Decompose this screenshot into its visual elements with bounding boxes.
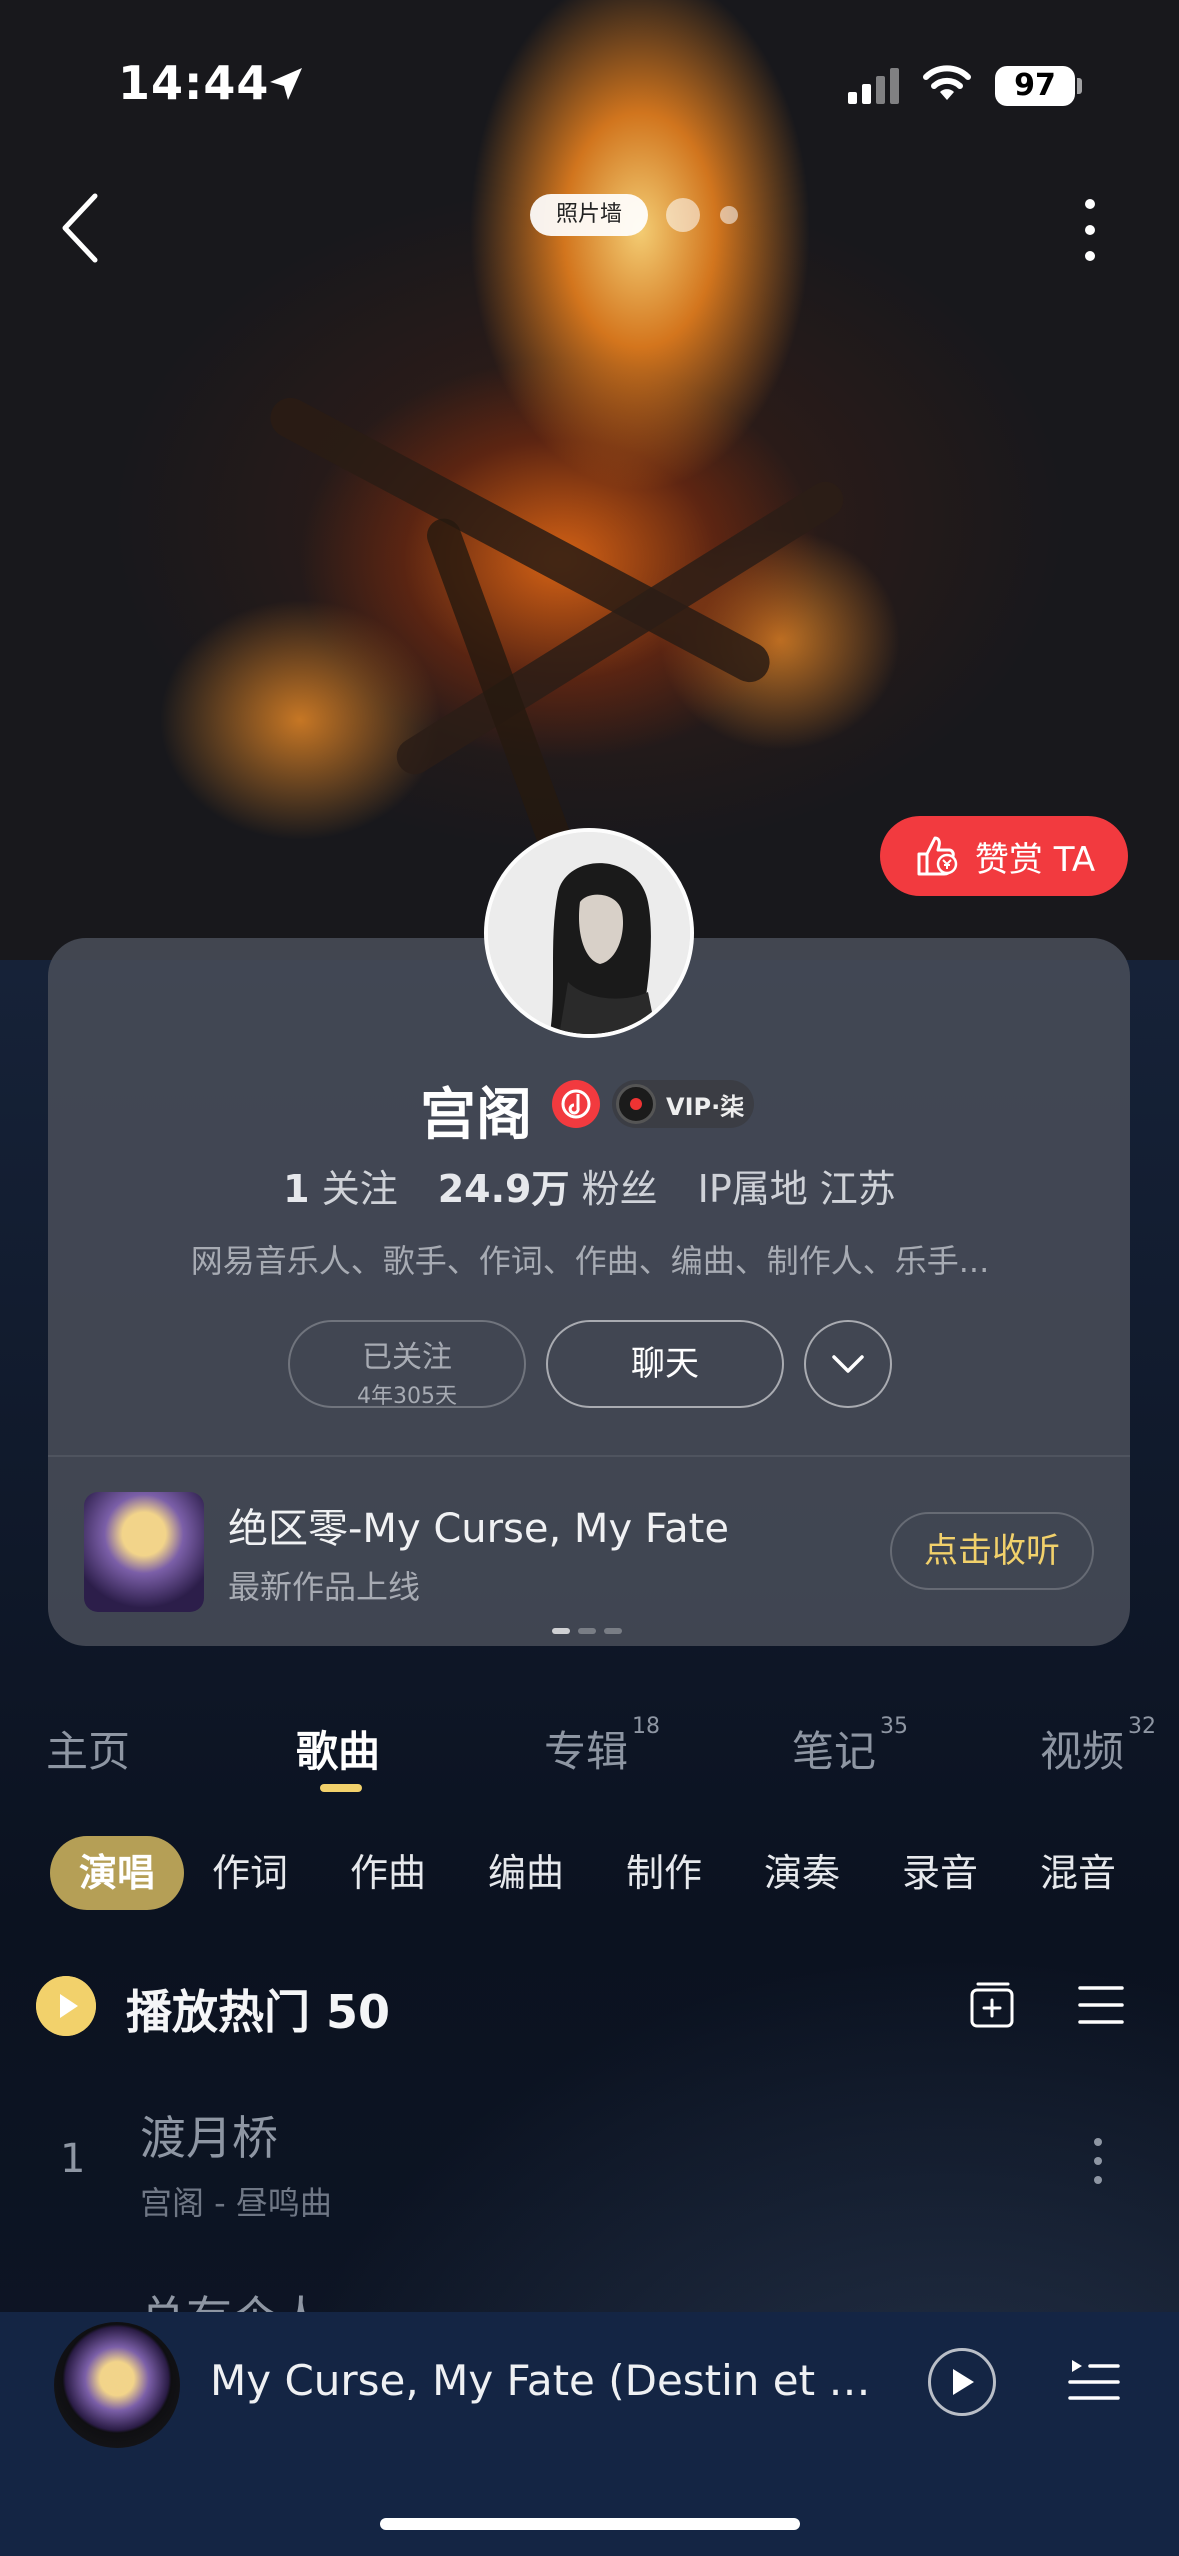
more-options-icon[interactable]	[1080, 190, 1100, 270]
home-indicator	[380, 2518, 800, 2530]
followed-button[interactable]: 已关注 4年305天	[288, 1320, 526, 1409]
now-playing-title[interactable]: My Curse, My Fate (Destin et malédiction…	[210, 2356, 910, 2405]
filter-chip-perform[interactable]: 演奏	[764, 1836, 840, 1910]
divider	[48, 1455, 1130, 1457]
play-icon	[953, 2369, 974, 2395]
followed-label: 已关注	[362, 1340, 452, 1375]
tab-label: 视频	[1040, 1727, 1125, 1776]
battery-indicator: 97	[995, 66, 1075, 106]
mini-play-button[interactable]	[928, 2348, 996, 2416]
followed-duration: 4年305天	[357, 1384, 457, 1409]
release-subtitle: 最新作品上线	[228, 1568, 421, 1606]
photo-wall-tag[interactable]: 照片墙	[530, 194, 648, 236]
listen-now-button[interactable]: 点击收听	[890, 1512, 1094, 1590]
active-tab-indicator	[320, 1784, 362, 1792]
filter-chip-record[interactable]: 录音	[902, 1836, 978, 1910]
reward-button[interactable]: 赞赏 TA	[880, 816, 1128, 896]
expand-button[interactable]	[804, 1320, 892, 1408]
photo-page-dot	[666, 198, 700, 232]
play-hot-50-label[interactable]: 播放热门 50	[126, 1976, 390, 2042]
photo-page-dot	[720, 206, 738, 224]
artist-name: 宫阁	[420, 1083, 532, 1148]
battery-tip	[1077, 78, 1082, 94]
song-title[interactable]: 总有个人	[140, 2282, 324, 2312]
tab-label: 笔记	[792, 1727, 877, 1776]
reward-label: 赞赏 TA	[974, 839, 1096, 880]
tab-albums[interactable]: 专辑18	[544, 1714, 660, 1779]
play-all-icon[interactable]	[36, 1976, 96, 2036]
back-chevron-icon[interactable]	[55, 188, 105, 268]
release-title[interactable]: 绝区零-My Curse, My Fate	[228, 1496, 729, 1554]
cellular-signal-icon	[848, 68, 899, 104]
fans-stat[interactable]: 24.9万 粉丝	[438, 1167, 658, 1211]
tab-label: 专辑	[544, 1727, 629, 1776]
song-subtitle: 宫阁 - 昼鸣曲	[140, 2184, 332, 2222]
tab-label: 歌曲	[296, 1727, 381, 1776]
filter-chip-sing[interactable]: 演唱	[50, 1836, 184, 1910]
follows-stat[interactable]: 1 关注	[283, 1167, 398, 1211]
add-to-playlist-icon[interactable]	[968, 1980, 1018, 2030]
tab-count: 35	[880, 1714, 909, 1739]
thumbs-up-coin-icon	[917, 836, 958, 876]
playlist-queue-icon[interactable]	[1066, 2354, 1122, 2406]
vip-label: VIP·柒	[666, 1092, 745, 1121]
now-playing-cover[interactable]	[54, 2322, 180, 2448]
tab-count: 18	[632, 1714, 661, 1739]
tab-notes[interactable]: 笔记35	[792, 1714, 908, 1779]
portrait-illustration	[488, 832, 690, 1034]
tab-label: 主页	[46, 1727, 131, 1776]
song-rank: 1	[60, 2136, 86, 2182]
status-time: 14:44	[118, 56, 270, 110]
musician-badge-icon[interactable]	[552, 1080, 600, 1128]
tab-home[interactable]: 主页	[46, 1718, 130, 1779]
filter-chip-mix[interactable]: 混音	[1040, 1836, 1116, 1910]
chat-button[interactable]: 聊天	[546, 1320, 784, 1408]
wifi-icon	[923, 65, 971, 100]
artist-avatar[interactable]	[484, 828, 694, 1038]
profile-stats: 1 关注 24.9万 粉丝 IP属地 江苏	[0, 1158, 1179, 1213]
vinyl-disc-icon	[616, 1084, 656, 1124]
filter-chip-arrange[interactable]: 编曲	[488, 1836, 564, 1910]
location-arrow-icon	[270, 68, 302, 100]
vip-level-badge[interactable]: VIP·柒	[612, 1080, 754, 1128]
artist-bio[interactable]: 网易音乐人、歌手、作词、作曲、编曲、制作人、乐手...	[120, 1236, 1060, 1282]
multi-select-list-icon[interactable]	[1076, 1982, 1126, 2028]
tab-videos[interactable]: 视频32	[1040, 1714, 1156, 1779]
filter-chip-lyrics[interactable]: 作词	[212, 1836, 288, 1910]
ip-location: IP属地 江苏	[697, 1167, 896, 1211]
follows-count: 1	[283, 1167, 310, 1211]
release-cover-art[interactable]	[84, 1492, 204, 1612]
song-more-icon[interactable]	[1090, 2136, 1106, 2186]
filter-chip-produce[interactable]: 制作	[626, 1836, 702, 1910]
chevron-down-icon	[832, 1355, 864, 1373]
fans-label: 粉丝	[581, 1167, 658, 1211]
tab-count: 32	[1128, 1714, 1157, 1739]
card-pager-dots	[552, 1628, 628, 1634]
song-title[interactable]: 渡月桥	[140, 2102, 278, 2168]
fans-count: 24.9万	[437, 1167, 570, 1211]
follows-label: 关注	[321, 1167, 398, 1211]
tab-songs[interactable]: 歌曲	[296, 1718, 380, 1779]
filter-chip-compose[interactable]: 作曲	[350, 1836, 426, 1910]
